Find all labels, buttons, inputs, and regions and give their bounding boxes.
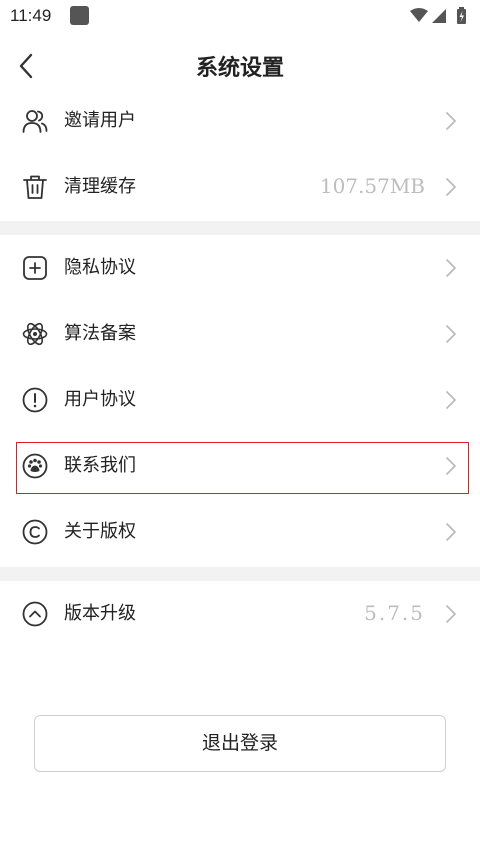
clear-cache-row[interactable]: 清理缓存 107.57MB: [0, 154, 480, 220]
logout-button[interactable]: 退出登录: [34, 715, 446, 772]
chevron-right-icon: [444, 177, 458, 197]
app-notification-icon: [70, 6, 89, 25]
copyright-label: 关于版权: [64, 521, 136, 542]
alert-circle-icon: [22, 387, 48, 413]
cell-signal-icon: [432, 9, 446, 23]
version-upgrade-row[interactable]: 版本升级 5.7.5: [0, 581, 480, 647]
chevron-right-icon: [444, 390, 458, 410]
chevron-right-icon: [444, 111, 458, 131]
invite-users-label: 邀请用户: [64, 110, 136, 131]
privacy-policy-label: 隐私协议: [64, 257, 136, 278]
status-bar: 11:49: [0, 0, 480, 32]
version-upgrade-label: 版本升级: [64, 603, 136, 624]
settings-group-1: 邀请用户 清理缓存 107.57MB: [0, 88, 480, 220]
chevron-right-icon: [444, 258, 458, 278]
chevron-right-icon: [444, 456, 458, 476]
chevron-right-icon: [444, 522, 458, 542]
paw-icon: [22, 453, 48, 479]
contact-us-label: 联系我们: [64, 455, 136, 476]
wifi-icon: [410, 8, 428, 22]
trash-icon: [22, 174, 48, 200]
settings-group-3: 版本升级 5.7.5: [0, 581, 480, 647]
header: 系统设置: [0, 38, 480, 94]
algorithm-filing-label: 算法备案: [64, 323, 136, 344]
chevron-right-icon: [444, 604, 458, 624]
user-agreement-row[interactable]: 用户协议: [0, 367, 480, 433]
page-title: 系统设置: [195, 56, 284, 81]
system-icons: [408, 6, 470, 26]
section-divider: [0, 567, 480, 581]
cache-size-value: 107.57MB: [319, 174, 425, 198]
atom-icon: [22, 321, 48, 347]
algorithm-filing-row[interactable]: 算法备案: [0, 301, 480, 367]
chevron-up-circle-icon: [22, 601, 48, 627]
invite-users-row[interactable]: 邀请用户: [0, 88, 480, 154]
copyright-row[interactable]: 关于版权: [0, 499, 480, 565]
privacy-policy-row[interactable]: 隐私协议: [0, 235, 480, 301]
user-agreement-label: 用户协议: [64, 389, 136, 410]
copyright-icon: [22, 519, 48, 545]
clear-cache-label: 清理缓存: [64, 176, 136, 197]
contact-us-row[interactable]: 联系我们: [0, 433, 480, 499]
version-value: 5.7.5: [364, 601, 425, 625]
settings-group-2: 隐私协议 算法备案 用户协议 联系我们 关于版权: [0, 235, 480, 565]
chevron-right-icon: [444, 324, 458, 344]
battery-icon: [457, 7, 466, 24]
status-time: 11:49: [10, 6, 52, 25]
section-divider: [0, 221, 480, 235]
users-icon: [22, 108, 48, 134]
plus-square-icon: [22, 255, 48, 281]
